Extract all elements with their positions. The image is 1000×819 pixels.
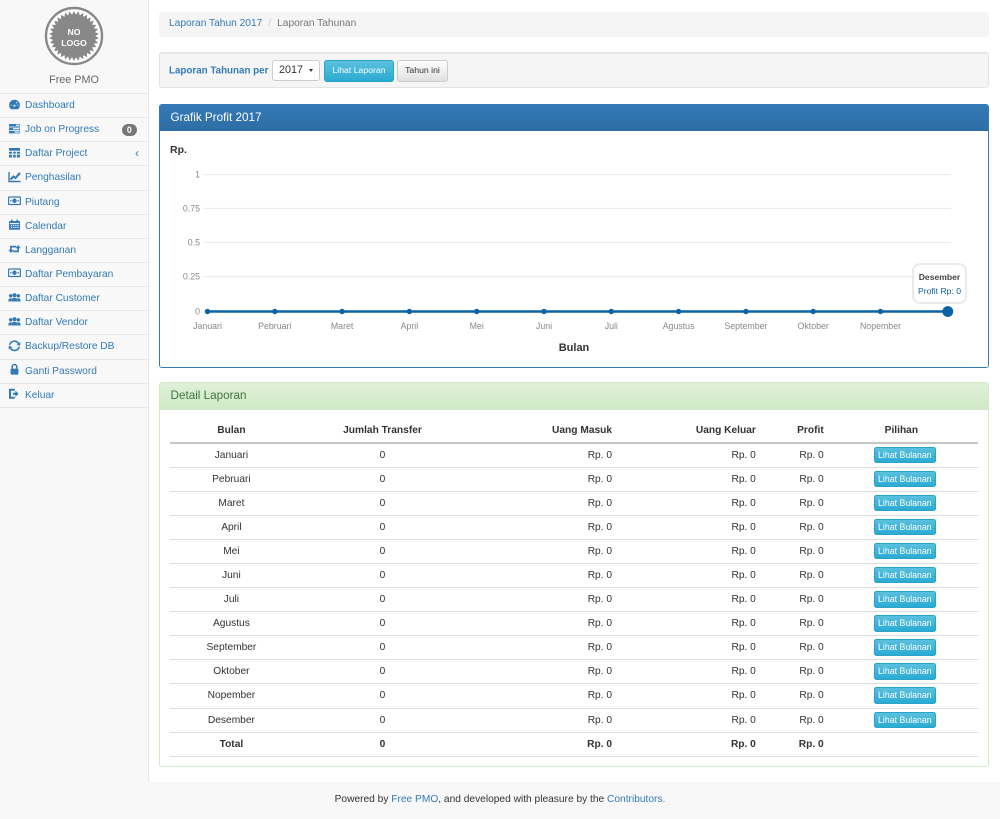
svg-text:0.25: 0.25: [183, 272, 200, 282]
svg-text:Maret: Maret: [331, 321, 354, 331]
svg-text:NO: NO: [67, 27, 80, 37]
svg-text:0: 0: [195, 307, 200, 317]
svg-text:Mei: Mei: [470, 321, 484, 331]
svg-text:LOGO: LOGO: [61, 38, 87, 48]
svg-text:Juni: Juni: [536, 321, 552, 331]
svg-text:Oktober: Oktober: [798, 321, 829, 331]
svg-text:Pebruari: Pebruari: [258, 321, 291, 331]
svg-text:Januari: Januari: [193, 321, 222, 331]
svg-text:Nopember: Nopember: [860, 321, 901, 331]
svg-text:September: September: [724, 321, 767, 331]
svg-text:April: April: [401, 321, 419, 331]
svg-text:Juli: Juli: [605, 321, 618, 331]
svg-text:0.5: 0.5: [188, 237, 200, 247]
svg-text:1: 1: [195, 170, 200, 180]
svg-text:0.75: 0.75: [183, 203, 200, 213]
svg-text:Agustus: Agustus: [663, 321, 695, 331]
